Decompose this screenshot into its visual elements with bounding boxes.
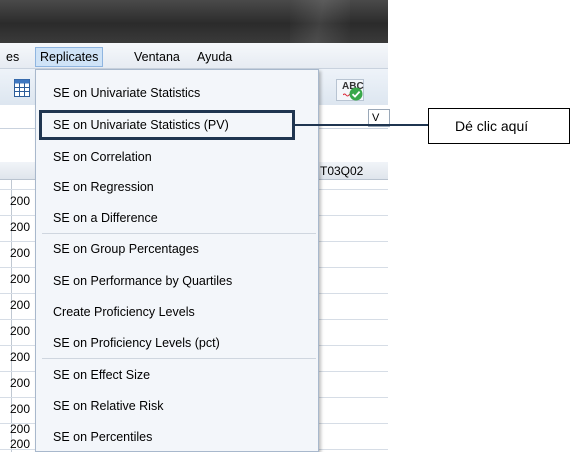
menu-separator	[42, 358, 316, 359]
menu-se-proficiency-levels-pct[interactable]: SE on Proficiency Levels (pct)	[53, 333, 220, 353]
data-grid-icon[interactable]	[14, 79, 30, 97]
menu-create-proficiency-levels[interactable]: Create Proficiency Levels	[53, 302, 195, 322]
menu-item-replicates[interactable]: Replicates	[35, 47, 104, 67]
menu-se-regression[interactable]: SE on Regression	[53, 177, 154, 197]
menu-item-ayuda[interactable]: Ayuda	[193, 47, 236, 67]
menu-se-difference[interactable]: SE on a Difference	[53, 208, 158, 228]
row-label: 200	[10, 324, 31, 338]
title-bar-decoration	[290, 0, 350, 43]
menu-item-partial[interactable]: es	[2, 47, 23, 67]
callout-connector-line	[294, 124, 428, 126]
row-label: 200	[10, 194, 31, 208]
menu-se-univariate[interactable]: SE on Univariate Statistics	[53, 83, 200, 103]
row-label: 200	[10, 246, 31, 260]
row-label: 200	[10, 376, 31, 390]
callout-text: Dé clic aquí	[455, 118, 529, 134]
row-label: 200	[10, 402, 31, 416]
spellcheck-button[interactable]: ABC	[336, 79, 364, 101]
row-label: 200	[10, 272, 31, 286]
menu-bar: es Replicates Ventana Ayuda	[0, 43, 388, 69]
menu-separator	[42, 233, 316, 234]
menu-se-group-percentages[interactable]: SE on Group Percentages	[53, 239, 199, 259]
row-label: 200	[10, 422, 31, 436]
menu-item-ventana[interactable]: Ventana	[130, 47, 184, 67]
column-header-t03q02[interactable]: T03Q02	[320, 162, 363, 180]
check-icon	[349, 87, 363, 101]
menu-se-percentiles[interactable]: SE on Percentiles	[53, 427, 152, 447]
menu-se-correlation[interactable]: SE on Correlation	[53, 147, 152, 167]
window-title-bar	[0, 0, 388, 43]
row-label: 200	[10, 298, 31, 312]
row-label: 200	[10, 350, 31, 364]
menu-se-effect-size[interactable]: SE on Effect Size	[53, 365, 150, 385]
row-label: 200	[10, 437, 31, 451]
replicates-dropdown-menu: SE on Univariate Statistics SE on Univar…	[35, 69, 319, 452]
row-label: 200	[10, 220, 31, 234]
menu-se-performance-quartiles[interactable]: SE on Performance by Quartiles	[53, 271, 232, 291]
menu-item-highlight-frame	[39, 110, 295, 140]
menu-se-relative-risk[interactable]: SE on Relative Risk	[53, 396, 163, 416]
